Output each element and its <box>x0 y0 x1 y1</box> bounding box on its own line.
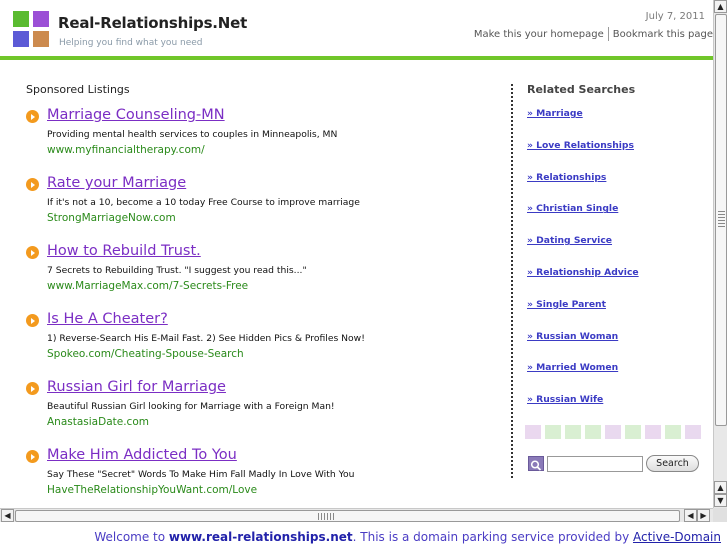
listing-title-link[interactable]: Marriage Counseling-MN <box>47 107 225 123</box>
header-divider-bar <box>0 56 713 60</box>
related-search-link[interactable]: » Love Relationships <box>527 140 634 151</box>
color-swatch <box>685 425 701 439</box>
related-search-link[interactable]: » Married Women <box>527 362 618 373</box>
tagline: Helping you find what you need <box>59 38 203 48</box>
footer-prefix: Welcome to <box>94 530 169 544</box>
arrow-bullet-icon <box>26 178 39 191</box>
listing-description: 1) Reverse-Search His E-Mail Fast. 2) Se… <box>47 333 365 344</box>
scroll-up-icon-2[interactable]: ▲ <box>714 481 727 494</box>
logo-square-4 <box>33 31 49 47</box>
listing-url-link[interactable]: StrongMarriageNow.com <box>47 212 176 224</box>
listing-title-link[interactable]: Russian Girl for Marriage <box>47 379 226 395</box>
listing-url-link[interactable]: HaveTheRelationshipYouWant.com/Love <box>47 484 257 496</box>
date-text: July 7, 2011 <box>645 11 705 22</box>
bookmark-link[interactable]: Bookmark this page <box>613 29 713 40</box>
scroll-down-icon[interactable]: ▼ <box>714 494 727 507</box>
related-search-link[interactable]: » Russian Wife <box>527 394 603 405</box>
listing-title-link[interactable]: Is He A Cheater? <box>47 311 168 327</box>
logo-square-2 <box>33 11 49 27</box>
related-search-link[interactable]: » Single Parent <box>527 299 606 310</box>
sponsored-listings-title: Sponsored Listings <box>26 83 130 96</box>
listing-description: Say These "Secret" Words To Make Him Fal… <box>47 469 355 480</box>
listing-title-link[interactable]: Make Him Addicted To You <box>47 447 237 463</box>
arrow-bullet-icon <box>26 110 39 123</box>
make-homepage-link[interactable]: Make this your homepage <box>474 29 604 40</box>
scroll-right-icon[interactable]: ▶ <box>697 509 710 522</box>
logo-square-1 <box>13 11 29 27</box>
listing-url-link[interactable]: Spokeo.com/Cheating-Spouse-Search <box>47 348 244 360</box>
sponsored-listing: Russian Girl for Marriage Beautiful Russi… <box>26 379 496 435</box>
related-search-link[interactable]: » Christian Single <box>527 203 618 214</box>
horizontal-scroll-thumb[interactable] <box>15 510 680 522</box>
scrollbar-corner <box>713 508 727 522</box>
top-links: Make this your homepage Bookmark this pag… <box>474 27 713 41</box>
sponsored-listing: How to Rebuild Trust. 7 Secrets to Rebuil… <box>26 243 496 299</box>
color-swatch <box>625 425 641 439</box>
arrow-bullet-icon <box>26 382 39 395</box>
page-viewport: Real-Relationships.Net Helping you find … <box>0 0 727 508</box>
related-search-link[interactable]: » Relationships <box>527 172 606 183</box>
listing-description: Providing mental health services to coup… <box>47 129 338 140</box>
footer-provider-link[interactable]: Active-Domain <box>633 530 721 544</box>
arrow-bullet-icon <box>26 450 39 463</box>
listing-description: 7 Secrets to Rebuilding Trust. "I sugges… <box>47 265 307 276</box>
scroll-left-icon[interactable]: ◀ <box>1 509 14 522</box>
link-separator <box>607 27 609 41</box>
footer-bar: Welcome to www.real-relationships.net. T… <box>0 522 727 545</box>
listing-url-link[interactable]: AnastasiaDate.com <box>47 416 149 428</box>
site-title[interactable]: Real-Relationships.Net <box>58 14 247 32</box>
related-search-link[interactable]: » Relationship Advice <box>527 267 639 278</box>
sponsored-listing: Is He A Cheater? 1) Reverse-Search His E-… <box>26 311 496 367</box>
color-swatch <box>585 425 601 439</box>
scroll-left-icon-2[interactable]: ◀ <box>684 509 697 522</box>
color-swatch <box>605 425 621 439</box>
listing-title-link[interactable]: How to Rebuild Trust. <box>47 243 201 259</box>
sponsored-listing: Rate your Marriage If it's not a 10, beco… <box>26 175 496 231</box>
horizontal-scrollbar[interactable]: ◀ ◀ ▶ <box>0 508 713 522</box>
arrow-bullet-icon <box>26 314 39 327</box>
color-swatch <box>645 425 661 439</box>
related-search-link[interactable]: » Russian Woman <box>527 331 618 342</box>
logo-square-3 <box>13 31 29 47</box>
listing-title-link[interactable]: Rate your Marriage <box>47 175 186 191</box>
sponsored-listing: Marriage Counseling-MN Providing mental h… <box>26 107 496 163</box>
related-search-link[interactable]: » Dating Service <box>527 235 612 246</box>
color-swatch <box>525 425 541 439</box>
scroll-up-icon[interactable]: ▲ <box>714 0 727 13</box>
listing-description: If it's not a 10, become a 10 today Free… <box>47 197 360 208</box>
related-searches-title: Related Searches <box>527 83 636 96</box>
sponsored-listing: Make Him Addicted To You Say These "Secre… <box>26 447 496 503</box>
related-search-link[interactable]: » Marriage <box>527 108 583 119</box>
vertical-scrollbar[interactable]: ▲ ▲ ▼ <box>713 0 727 508</box>
grip-icon <box>318 513 336 520</box>
grip-icon <box>718 211 725 227</box>
color-swatch <box>665 425 681 439</box>
color-swatch <box>545 425 561 439</box>
listing-url-link[interactable]: www.MarriageMax.com/7-Secrets-Free <box>47 280 248 292</box>
color-swatch <box>565 425 581 439</box>
arrow-bullet-icon <box>26 246 39 259</box>
search-button[interactable]: Search <box>646 455 699 472</box>
header: Real-Relationships.Net Helping you find … <box>0 0 713 56</box>
footer-domain-link[interactable]: www.real-relationships.net <box>169 530 353 544</box>
search-icon[interactable] <box>528 456 544 471</box>
vertical-scroll-thumb[interactable] <box>715 14 727 426</box>
listing-url-link[interactable]: www.myfinancialtherapy.com/ <box>47 144 205 156</box>
column-divider <box>511 84 513 478</box>
footer-middle: . This is a domain parking service provi… <box>352 530 633 544</box>
listing-description: Beautiful Russian Girl looking for Marri… <box>47 401 335 412</box>
search-input[interactable] <box>547 456 643 472</box>
